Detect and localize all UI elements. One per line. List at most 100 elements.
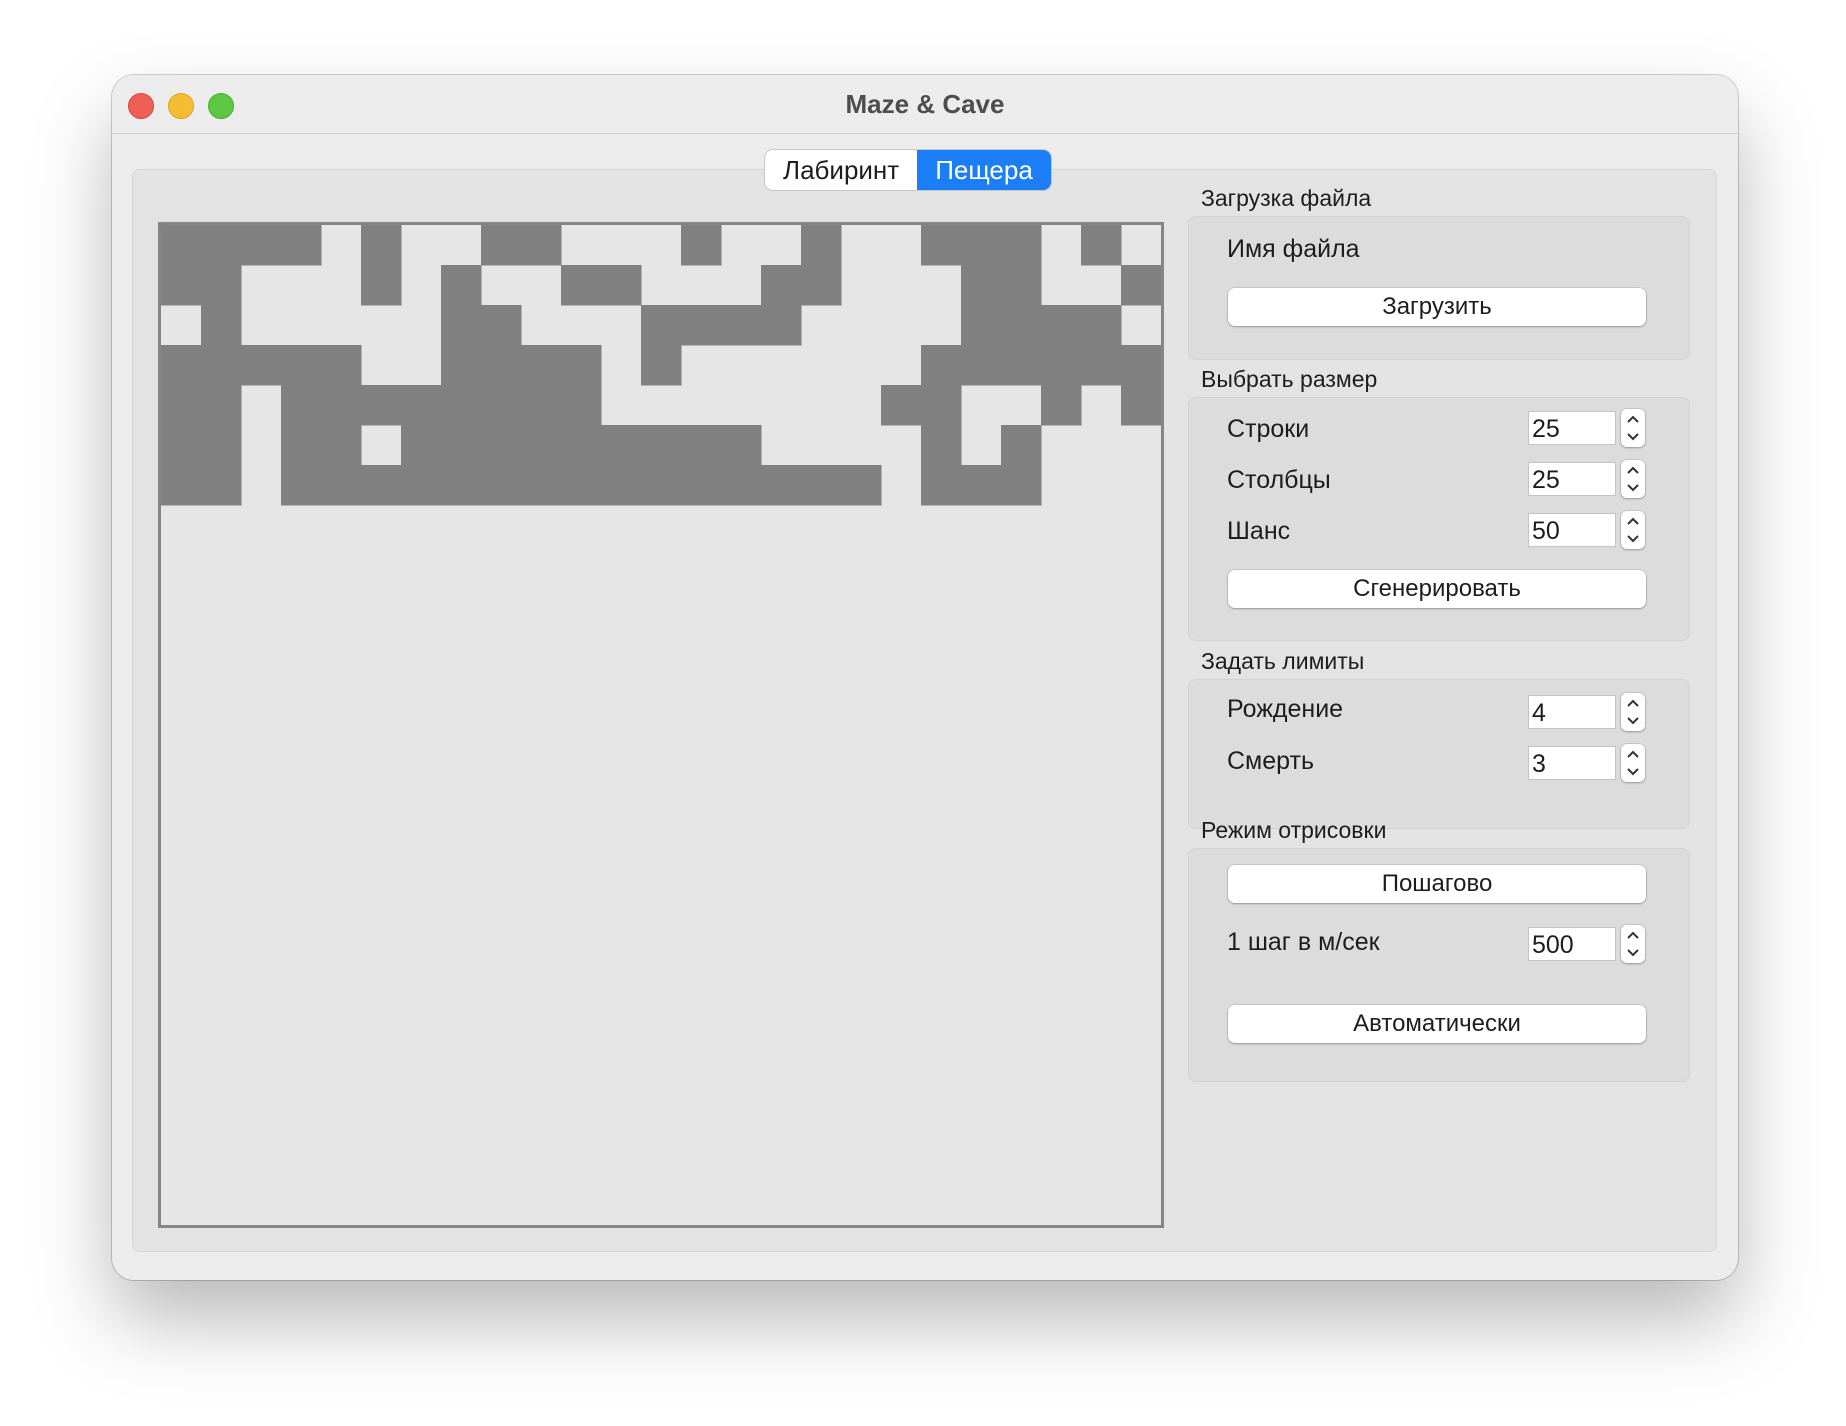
cave-wall-cell [361,225,402,266]
cave-wall-cell [521,225,562,266]
death-stepper[interactable] [1621,744,1645,782]
step-ms-input[interactable]: 500 [1528,927,1616,961]
cave-wall-cell [1001,225,1042,266]
step-button[interactable]: Пошагово [1228,865,1646,903]
cave-wall-cell [561,265,602,306]
cave-wall-cell [281,425,322,466]
cave-wall-cell [361,265,402,306]
cave-wall-cell [961,305,1002,346]
cave-wall-cell [201,265,242,306]
death-input[interactable]: 3 [1528,746,1616,780]
cave-wall-cell [681,305,722,346]
file-section-title: Загрузка файла [1201,185,1372,211]
cave-wall-cell [761,305,802,346]
cave-wall-cell [521,425,562,466]
tab-bar: Лабиринт Пещера [765,150,1051,190]
cave-wall-cell [1081,305,1122,346]
step-ms-label: 1 шаг в м/сек [1227,928,1380,956]
filename-label: Имя файла [1227,235,1360,263]
cave-wall-cell [201,225,242,266]
chance-input[interactable]: 50 [1528,513,1616,547]
cave-wall-cell [201,345,242,386]
cave-wall-cell [161,425,202,466]
load-button[interactable]: Загрузить [1228,288,1646,326]
cave-wall-cell [681,225,722,266]
main-window: Maze & Cave Лабиринт Пещера Загрузка фай… [112,75,1738,1280]
cave-wall-cell [641,305,682,346]
cave-wall-cell [401,465,442,506]
cave-wall-cell [961,265,1002,306]
cave-wall-cell [921,225,962,266]
cave-wall-cell [1121,265,1161,306]
birth-label: Рождение [1227,695,1344,723]
cave-wall-cell [921,345,962,386]
cave-wall-cell [481,305,522,346]
cave-wall-cell [401,425,442,466]
cols-stepper[interactable] [1621,460,1645,498]
cave-wall-cell [561,345,602,386]
chance-label: Шанс [1227,517,1291,545]
cave-wall-cell [521,465,562,506]
cave-wall-cell [921,425,962,466]
cave-wall-cell [1001,305,1042,346]
cave-wall-cell [321,345,362,386]
cave-wall-cell [401,385,442,426]
cave-wall-cell [681,425,722,466]
auto-button[interactable]: Автоматически [1228,1005,1646,1043]
birth-input[interactable]: 4 [1528,695,1616,729]
cave-wall-cell [281,345,322,386]
cols-input[interactable]: 25 [1528,462,1616,496]
step-ms-stepper[interactable] [1621,925,1645,963]
cave-wall-cell [241,345,282,386]
cave-wall-cell [801,225,842,266]
cave-wall-cell [481,425,522,466]
cave-wall-cell [1001,425,1042,466]
cave-wall-cell [561,385,602,426]
cave-wall-cell [921,385,962,426]
cave-wall-cell [441,265,482,306]
cave-grid [158,222,1164,1228]
cave-wall-cell [481,225,522,266]
cave-wall-cell [1121,345,1161,386]
cave-wall-cell [321,425,362,466]
cave-wall-cell [281,385,322,426]
cave-wall-cell [601,465,642,506]
cave-wall-cell [161,225,202,266]
cave-wall-cell [201,385,242,426]
cave-wall-cell [961,465,1002,506]
cave-wall-cell [801,265,842,306]
tab-cave[interactable]: Пещера [917,150,1051,190]
cave-wall-cell [521,385,562,426]
cave-wall-cell [961,225,1002,266]
birth-stepper[interactable] [1621,693,1645,731]
limits-section-title: Задать лимиты [1201,648,1365,674]
cave-wall-cell [441,385,482,426]
render-section-title: Режим отрисовки [1201,817,1387,843]
cave-wall-cell [1001,345,1042,386]
cave-wall-cell [801,465,842,506]
cave-wall-cell [441,345,482,386]
rows-label: Строки [1227,415,1310,443]
cave-wall-cell [641,345,682,386]
cave-wall-cell [321,385,362,426]
tab-maze[interactable]: Лабиринт [765,150,918,190]
generate-button[interactable]: Сгенерировать [1228,570,1646,608]
rows-input[interactable]: 25 [1528,411,1616,445]
cave-wall-cell [1001,265,1042,306]
cave-wall-cell [721,305,762,346]
cave-wall-cell [1121,385,1161,426]
cave-wall-cell [161,345,202,386]
cave-wall-cell [201,465,242,506]
cave-wall-cell [561,465,602,506]
cave-wall-cell [441,305,482,346]
chance-stepper[interactable] [1621,511,1645,549]
cave-wall-cell [281,225,322,266]
rows-stepper[interactable] [1621,409,1645,447]
cave-wall-cell [1001,465,1042,506]
cave-wall-cell [1041,385,1082,426]
cave-wall-cell [161,465,202,506]
cave-wall-cell [361,465,402,506]
cave-wall-cell [721,465,762,506]
cave-wall-cell [201,425,242,466]
cave-wall-cell [481,385,522,426]
